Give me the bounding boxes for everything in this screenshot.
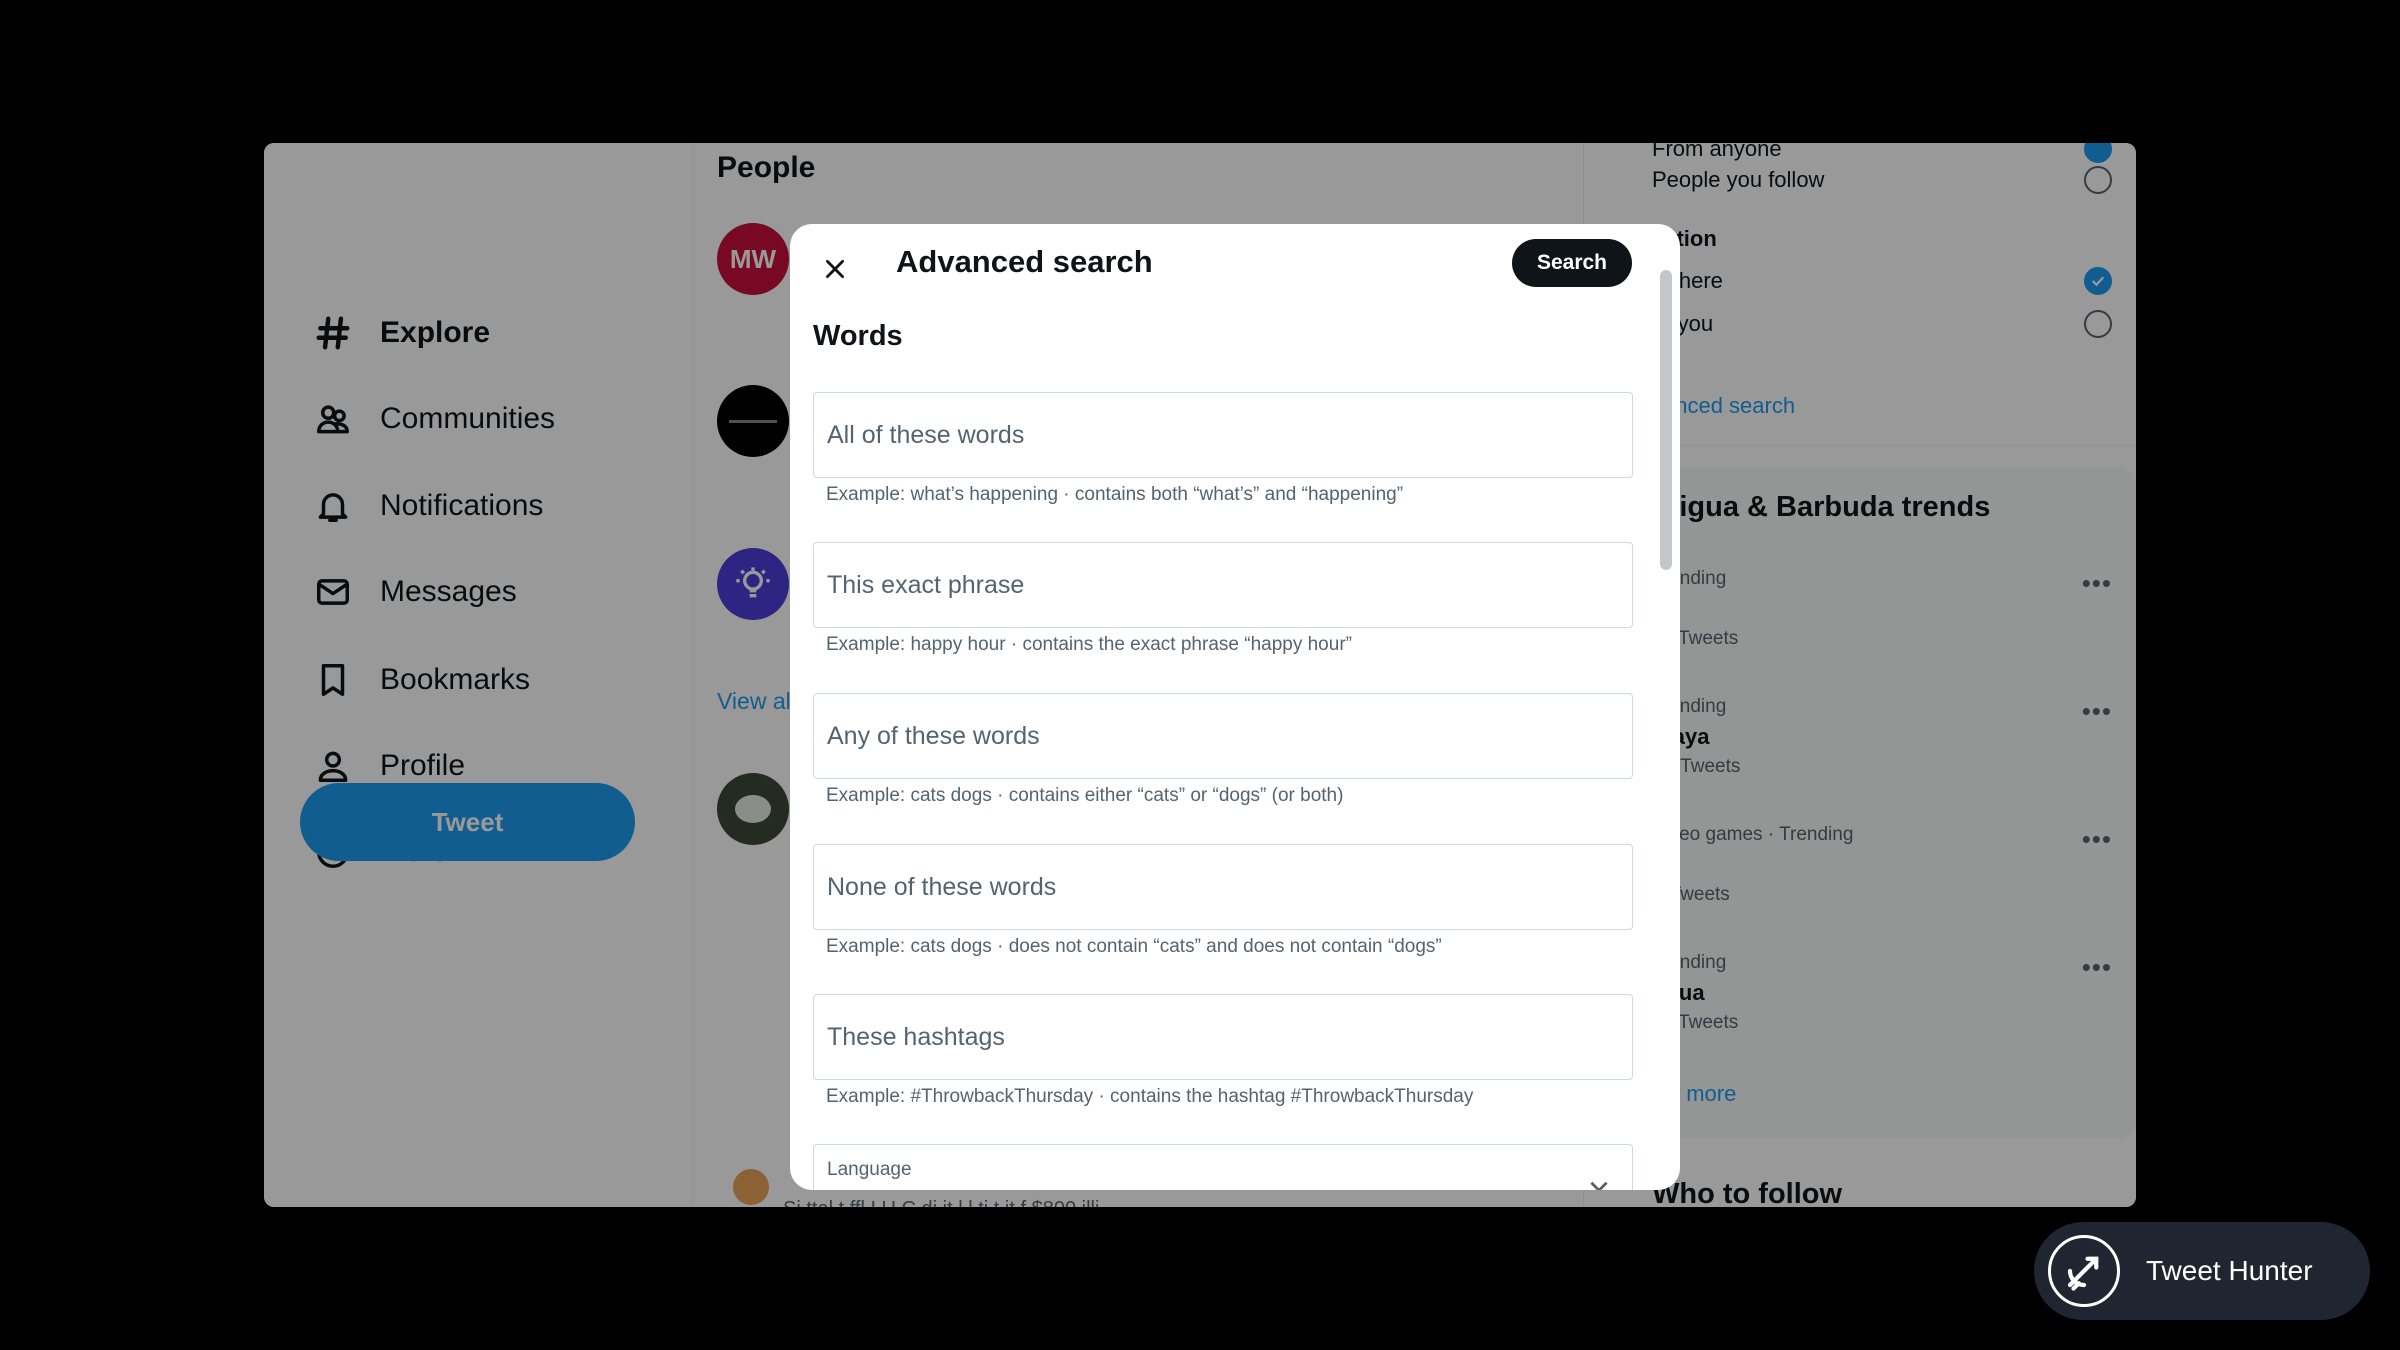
all-words-hint: Example: what’s happening · contains bot… (826, 484, 1404, 505)
any-words-hint: Example: cats dogs · contains either “ca… (826, 785, 1344, 806)
section-title-words: Words (813, 320, 903, 352)
tweet-hunter-badge[interactable]: Tweet Hunter (2034, 1222, 2370, 1320)
hashtags-field[interactable] (813, 994, 1633, 1080)
all-words-input[interactable] (814, 393, 1632, 477)
modal-scrollbar[interactable] (1660, 270, 1672, 570)
none-words-input[interactable] (814, 845, 1632, 929)
language-label: Language (827, 1159, 912, 1180)
bow-arrow-icon (2048, 1235, 2120, 1307)
any-words-field[interactable] (813, 693, 1633, 779)
all-words-field[interactable] (813, 392, 1633, 478)
hashtags-input[interactable] (814, 995, 1632, 1079)
language-select[interactable]: Language (813, 1144, 1633, 1190)
exact-phrase-field[interactable] (813, 542, 1633, 628)
exact-phrase-input[interactable] (814, 543, 1632, 627)
hashtags-hint: Example: #ThrowbackThursday · contains t… (826, 1086, 1474, 1107)
none-words-hint: Example: cats dogs · does not contain “c… (826, 936, 1442, 957)
close-icon (826, 260, 844, 278)
modal-title: Advanced search (896, 244, 1153, 279)
search-button[interactable]: Search (1512, 239, 1632, 287)
exact-phrase-hint: Example: happy hour · contains the exact… (826, 634, 1352, 655)
chevron-down-icon (1590, 1181, 1608, 1190)
any-words-input[interactable] (814, 694, 1632, 778)
close-button[interactable] (812, 246, 858, 292)
tweet-hunter-label: Tweet Hunter (2146, 1255, 2313, 1286)
none-words-field[interactable] (813, 844, 1633, 930)
advanced-search-modal: Advanced search Search Words Example: wh… (790, 224, 1680, 1190)
